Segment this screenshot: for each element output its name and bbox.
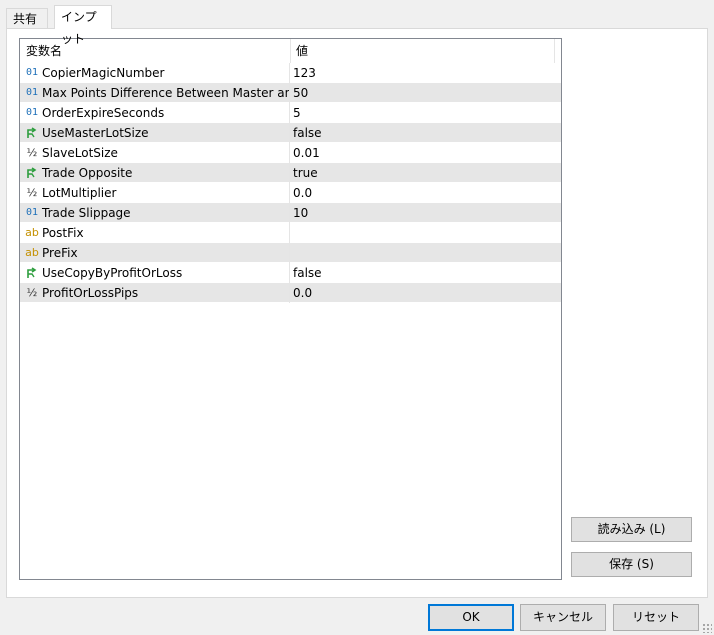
name-cell: ½ ProfitOrLossPips (20, 283, 290, 303)
name-cell: 01 Max Points Difference Between Master a… (20, 83, 290, 103)
cancel-button[interactable]: キャンセル (520, 604, 606, 631)
value-cell[interactable]: 50 (290, 83, 561, 103)
table-row[interactable]: ½ SlaveLotSize 0.01 (20, 143, 561, 163)
name-cell: 01 Trade Slippage (20, 203, 290, 223)
name-cell: ab PreFix (20, 243, 290, 263)
ok-button[interactable]: OK (428, 604, 514, 631)
value-cell[interactable]: false (290, 263, 561, 283)
name-cell: UseMasterLotSize (20, 123, 290, 143)
name-cell: UseCopyByProfitOrLoss (20, 263, 290, 283)
table-row[interactable]: ab PreFix (20, 243, 561, 263)
value-cell[interactable] (290, 243, 561, 263)
name-cell: ½ LotMultiplier (20, 183, 290, 203)
variable-name: PreFix (42, 246, 78, 260)
table-row[interactable]: UseMasterLotSize false (20, 123, 561, 143)
double-type-icon: ½ (26, 146, 38, 159)
int-type-icon: 01 (25, 207, 39, 218)
table-row[interactable]: UseCopyByProfitOrLoss false (20, 263, 561, 283)
column-header-value[interactable]: 値 (290, 39, 561, 63)
variable-name: Trade Opposite (42, 166, 133, 180)
name-cell: Trade Opposite (20, 163, 290, 183)
double-type-icon: ½ (26, 286, 38, 299)
table-row[interactable]: ½ ProfitOrLossPips 0.0 (20, 283, 561, 303)
variable-name: UseCopyByProfitOrLoss (42, 266, 183, 280)
value-cell[interactable]: 5 (290, 103, 561, 123)
inputs-grid: 変数名 値 01 CopierMagicNumber 123 01 Max Points… (19, 38, 562, 580)
value-cell[interactable]: 10 (290, 203, 561, 223)
table-row[interactable]: 01 Max Points Difference Between Master a… (20, 83, 561, 103)
table-row[interactable]: ab PostFix (20, 223, 561, 243)
save-button[interactable]: 保存 (S) (571, 552, 692, 577)
table-row[interactable]: 01 Trade Slippage 10 (20, 203, 561, 223)
tab-inputs[interactable]: インプット (54, 5, 112, 46)
grid-header: 変数名 値 (20, 39, 561, 64)
variable-name: Trade Slippage (42, 206, 131, 220)
variable-name: SlaveLotSize (42, 146, 118, 160)
bool-type-icon (24, 123, 40, 143)
resize-grip[interactable] (702, 623, 712, 633)
int-type-icon: 01 (25, 107, 39, 118)
value-cell[interactable]: 0.01 (290, 143, 561, 163)
name-cell: 01 CopierMagicNumber (20, 63, 290, 83)
table-row[interactable]: ½ LotMultiplier 0.0 (20, 183, 561, 203)
value-cell[interactable]: 123 (290, 63, 561, 83)
value-cell[interactable]: 0.0 (290, 283, 561, 303)
name-cell: ½ SlaveLotSize (20, 143, 290, 163)
variable-name: ProfitOrLossPips (42, 286, 139, 300)
variable-name: Max Points Difference Between Master and… (42, 86, 289, 100)
double-type-icon: ½ (26, 186, 38, 199)
string-type-icon: ab (25, 246, 39, 259)
variable-name: CopierMagicNumber (42, 66, 165, 80)
value-cell[interactable]: false (290, 123, 561, 143)
int-type-icon: 01 (25, 67, 39, 78)
value-cell[interactable]: 0.0 (290, 183, 561, 203)
value-cell[interactable] (290, 223, 561, 243)
name-cell: ab PostFix (20, 223, 290, 243)
name-cell: 01 OrderExpireSeconds (20, 103, 290, 123)
reset-button[interactable]: リセット (613, 604, 699, 631)
string-type-icon: ab (25, 226, 39, 239)
load-button[interactable]: 読み込み (L) (571, 517, 692, 542)
table-row[interactable]: 01 OrderExpireSeconds 5 (20, 103, 561, 123)
variable-name: PostFix (42, 226, 84, 240)
value-cell[interactable]: true (290, 163, 561, 183)
bool-type-icon (24, 163, 40, 183)
header-filler (554, 39, 561, 63)
table-row[interactable]: Trade Opposite true (20, 163, 561, 183)
bool-type-icon (24, 263, 40, 283)
tab-common[interactable]: 共有 (6, 8, 48, 28)
int-type-icon: 01 (25, 87, 39, 98)
variable-name: LotMultiplier (42, 186, 117, 200)
table-row[interactable]: 01 CopierMagicNumber 123 (20, 63, 561, 83)
variable-name: UseMasterLotSize (42, 126, 149, 140)
variable-name: OrderExpireSeconds (42, 106, 165, 120)
